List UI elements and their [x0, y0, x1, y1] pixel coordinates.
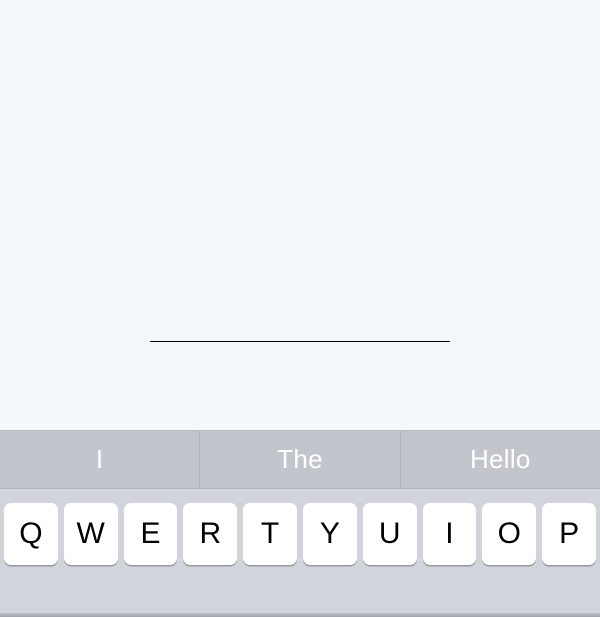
key-r[interactable]: R [183, 503, 237, 565]
text-input[interactable] [150, 312, 450, 342]
suggestion-label: I [96, 444, 104, 475]
suggestion-3[interactable]: Hello [401, 431, 600, 488]
suggestion-label: Hello [470, 444, 531, 475]
key-w[interactable]: W [64, 503, 118, 565]
key-label: T [261, 517, 279, 551]
content-area [0, 0, 600, 430]
suggestions-bar: I The Hello [0, 431, 600, 489]
key-o[interactable]: O [482, 503, 536, 565]
key-label: Y [320, 517, 340, 551]
key-t[interactable]: T [243, 503, 297, 565]
key-label: U [379, 517, 401, 551]
suggestion-2[interactable]: The [200, 431, 400, 488]
key-q[interactable]: Q [4, 503, 58, 565]
key-label: P [559, 517, 579, 551]
on-screen-keyboard: I The Hello Q W E R T Y U I O P [0, 430, 600, 617]
key-y[interactable]: Y [303, 503, 357, 565]
keyboard-bottom-edge [0, 613, 600, 617]
key-label: R [199, 517, 221, 551]
key-row-1: Q W E R T Y U I O P [0, 489, 600, 565]
key-label: I [445, 517, 453, 551]
key-label: O [498, 517, 521, 551]
key-label: E [140, 517, 160, 551]
key-u[interactable]: U [363, 503, 417, 565]
suggestion-label: The [277, 444, 323, 475]
key-label: W [77, 517, 105, 551]
key-p[interactable]: P [542, 503, 596, 565]
key-i[interactable]: I [423, 503, 477, 565]
key-e[interactable]: E [124, 503, 178, 565]
suggestion-1[interactable]: I [0, 431, 200, 488]
key-label: Q [19, 517, 42, 551]
